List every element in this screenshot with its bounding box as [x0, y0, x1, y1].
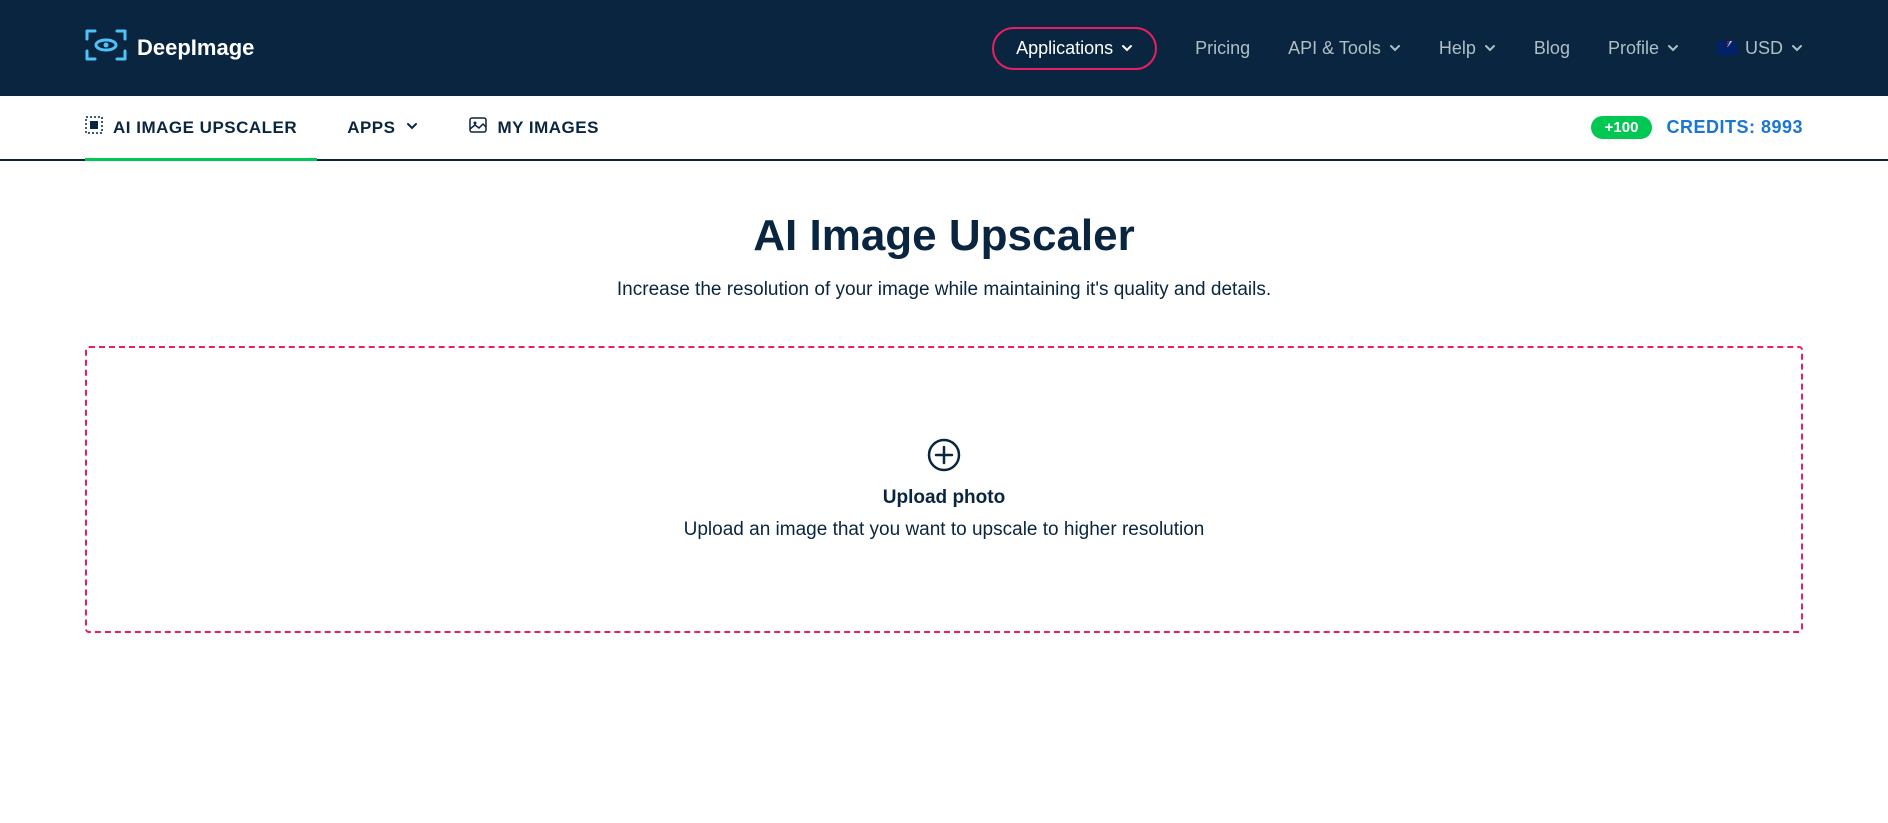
main-nav: Applications Pricing API & Tools Help Bl…	[992, 27, 1803, 70]
nav-blog[interactable]: Blog	[1534, 38, 1570, 59]
nav-pricing-label: Pricing	[1195, 38, 1250, 59]
nav-profile-label: Profile	[1608, 38, 1659, 59]
nav-help-label: Help	[1439, 38, 1476, 59]
credits-badge[interactable]: +100	[1591, 116, 1653, 139]
subnav-upscaler[interactable]: AI IMAGE UPSCALER	[85, 116, 297, 159]
logo-icon	[85, 29, 127, 67]
chevron-down-icon	[1791, 38, 1803, 59]
dropzone-inner: Upload photo Upload an image that you wa…	[107, 438, 1781, 541]
nav-profile[interactable]: Profile	[1608, 38, 1679, 59]
nav-api-tools[interactable]: API & Tools	[1288, 38, 1401, 59]
uk-flag-icon	[1717, 41, 1737, 55]
nav-pricing[interactable]: Pricing	[1195, 38, 1250, 59]
upscale-icon	[85, 116, 103, 139]
subnav-apps-label: APPS	[347, 118, 395, 138]
nav-help[interactable]: Help	[1439, 38, 1496, 59]
chevron-down-icon	[405, 118, 419, 138]
nav-blog-label: Blog	[1534, 38, 1570, 59]
chevron-down-icon	[1484, 38, 1496, 59]
main-content: AI Image Upscaler Increase the resolutio…	[0, 161, 1888, 663]
top-header: DeepImage Applications Pricing API & Too…	[0, 0, 1888, 96]
nav-currency[interactable]: USD	[1717, 38, 1803, 59]
logo[interactable]: DeepImage	[85, 29, 254, 67]
chevron-down-icon	[1389, 38, 1401, 59]
page-title: AI Image Upscaler	[85, 211, 1803, 261]
sub-nav: AI IMAGE UPSCALER APPS MY IMAGES +100 CR…	[0, 96, 1888, 161]
chevron-down-icon	[1121, 38, 1133, 59]
nav-currency-label: USD	[1745, 38, 1783, 59]
upload-title: Upload photo	[883, 487, 1005, 509]
plus-circle-icon	[927, 438, 961, 477]
nav-api-tools-label: API & Tools	[1288, 38, 1381, 59]
image-icon	[469, 116, 487, 139]
subnav-my-images-label: MY IMAGES	[497, 118, 598, 138]
subnav-upscaler-label: AI IMAGE UPSCALER	[113, 118, 297, 138]
credits-label[interactable]: CREDITS: 8993	[1666, 117, 1803, 138]
logo-text: DeepImage	[137, 35, 254, 61]
subnav-my-images[interactable]: MY IMAGES	[469, 116, 598, 159]
subnav-right: +100 CREDITS: 8993	[1591, 116, 1803, 159]
upload-dropzone[interactable]: Upload photo Upload an image that you wa…	[85, 346, 1803, 633]
page-subtitle: Increase the resolution of your image wh…	[85, 279, 1803, 301]
chevron-down-icon	[1667, 38, 1679, 59]
nav-applications[interactable]: Applications	[992, 27, 1157, 70]
subnav-apps[interactable]: APPS	[347, 118, 419, 158]
upload-subtitle: Upload an image that you want to upscale…	[684, 519, 1205, 541]
nav-applications-label: Applications	[1016, 38, 1113, 59]
